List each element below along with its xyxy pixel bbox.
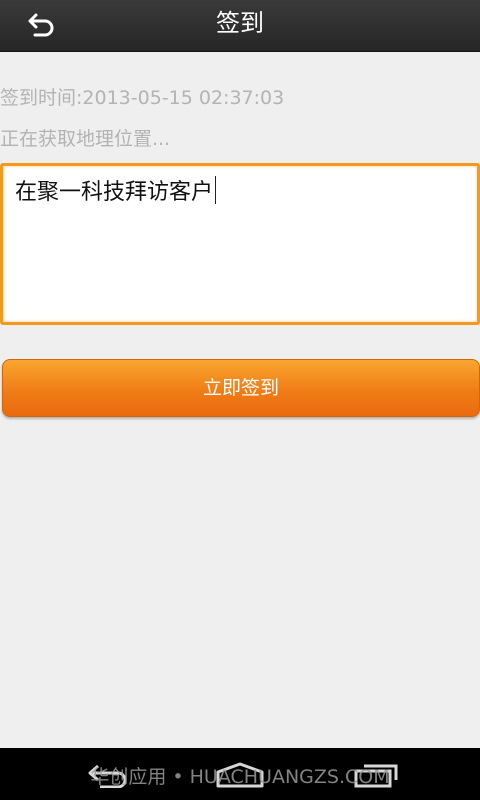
app-header: 签到 (0, 0, 480, 52)
nav-recent-button[interactable] (352, 762, 400, 792)
nav-home-button[interactable] (214, 762, 266, 792)
page-title: 签到 (216, 9, 264, 37)
nav-back-button[interactable] (86, 762, 132, 792)
recent-apps-icon (354, 764, 398, 788)
text-cursor (215, 176, 217, 204)
home-icon (216, 762, 264, 788)
note-input-text: 在聚一科技拜访客户 (15, 180, 214, 205)
checkin-button[interactable]: 立即签到 (2, 359, 480, 417)
checkin-time: 签到时间:2013-05-15 02:37:03 (0, 87, 285, 109)
location-status: 正在获取地理位置... (0, 128, 171, 150)
system-nav-bar (0, 748, 480, 800)
checkin-panel: 签到时间:2013-05-15 02:37:03 正在获取地理位置... 在聚一… (0, 52, 480, 748)
note-input[interactable]: 在聚一科技拜访客户 (0, 163, 480, 325)
back-icon (88, 764, 127, 789)
